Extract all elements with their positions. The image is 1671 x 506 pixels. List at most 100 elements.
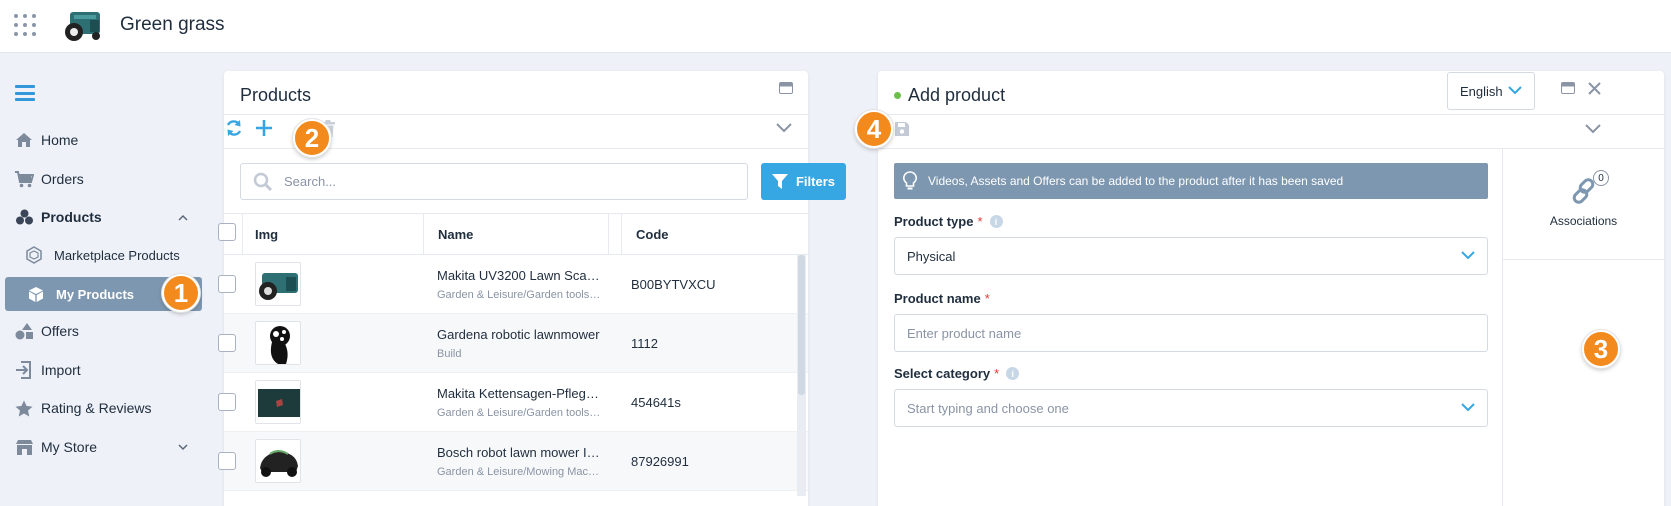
cube-icon bbox=[26, 285, 46, 303]
product-code: 87926991 bbox=[631, 454, 689, 469]
category-placeholder: Start typing and choose one bbox=[907, 400, 1069, 416]
language-select[interactable]: English bbox=[1447, 72, 1535, 110]
refresh-icon[interactable] bbox=[224, 118, 244, 138]
table-row[interactable]: Bosch robot lawn mower Indego Garden & L… bbox=[218, 432, 808, 491]
import-icon bbox=[14, 361, 34, 379]
table-row[interactable]: Makita UV3200 Lawn Scarifier Garden & Le… bbox=[218, 255, 808, 314]
status-dot bbox=[894, 92, 901, 99]
search-input[interactable]: Search... bbox=[240, 163, 748, 200]
step-marker-4: 4 bbox=[855, 110, 893, 148]
step-marker-2: 2 bbox=[293, 119, 331, 157]
language-value: English bbox=[1460, 83, 1503, 99]
info-text: Videos, Assets and Offers can be added t… bbox=[928, 174, 1344, 188]
divider bbox=[878, 114, 1664, 115]
category-select[interactable]: Start typing and choose one bbox=[894, 389, 1488, 427]
product-name-input[interactable]: Enter product name bbox=[894, 314, 1488, 352]
sidebar-item-label: Rating & Reviews bbox=[41, 400, 152, 416]
app-title: Green grass bbox=[120, 14, 225, 35]
minimize-icon[interactable] bbox=[1561, 82, 1575, 94]
column-header-code[interactable]: Code bbox=[636, 214, 669, 254]
filters-label: Filters bbox=[795, 174, 835, 189]
star-icon bbox=[14, 399, 34, 417]
product-category: Garden & Leisure/Garden tools & Equipmen… bbox=[437, 407, 602, 419]
sidebar-item-rating-reviews[interactable]: Rating & Reviews bbox=[14, 396, 152, 420]
help-icon[interactable]: i bbox=[1006, 367, 1020, 380]
marketplace-icon bbox=[24, 246, 44, 264]
sidebar-item-label: Orders bbox=[41, 171, 84, 187]
step-marker-3: 3 bbox=[1582, 330, 1620, 368]
associations-count-badge: 0 bbox=[1593, 170, 1609, 186]
store-icon bbox=[14, 438, 34, 456]
store-logo bbox=[65, 12, 100, 41]
row-checkbox[interactable] bbox=[218, 275, 236, 293]
chevron-down-icon bbox=[1461, 403, 1475, 412]
close-icon[interactable] bbox=[1588, 82, 1601, 95]
add-product-panel: Add product English Videos, Assets and O… bbox=[878, 71, 1664, 506]
column-header-name[interactable]: Name bbox=[438, 214, 473, 254]
filters-button[interactable]: Filters bbox=[761, 163, 846, 200]
column-header-img[interactable]: Img bbox=[255, 214, 278, 254]
product-thumbnail bbox=[255, 321, 301, 365]
chevron-up-icon[interactable] bbox=[177, 212, 189, 224]
sidebar-item-label: Offers bbox=[41, 323, 79, 339]
scrollbar-thumb[interactable] bbox=[798, 255, 805, 395]
associations-label: Associations bbox=[1549, 214, 1618, 228]
step-marker-1: 1 bbox=[162, 274, 200, 312]
row-checkbox[interactable] bbox=[218, 334, 236, 352]
product-name: Bosch robot lawn mower Indego bbox=[437, 445, 602, 460]
table-row[interactable]: Gardena robotic lawnmower Build 1112 bbox=[218, 314, 808, 373]
select-all-checkbox[interactable] bbox=[218, 223, 236, 241]
table-header: Img Name Code bbox=[218, 213, 808, 255]
cubes-icon bbox=[14, 208, 34, 226]
product-name: Makita UV3200 Lawn Scarifier bbox=[437, 268, 602, 283]
product-code: 454641s bbox=[631, 395, 681, 410]
apps-grid-icon[interactable] bbox=[14, 14, 36, 36]
info-banner: Videos, Assets and Offers can be added t… bbox=[894, 163, 1488, 199]
product-type-value: Physical bbox=[907, 248, 956, 264]
chevron-down-icon[interactable] bbox=[1585, 124, 1601, 134]
row-checkbox[interactable] bbox=[218, 452, 236, 470]
save-icon[interactable] bbox=[894, 121, 910, 137]
chevron-down-icon bbox=[1461, 251, 1475, 260]
sidebar-item-orders[interactable]: Orders bbox=[14, 167, 84, 191]
add-product-title: Add product bbox=[908, 85, 1006, 105]
product-name: Makita Kettensagen-Pflege-Set bbox=[437, 386, 602, 401]
add-icon[interactable] bbox=[255, 119, 273, 137]
sidebar-item-label: My Products bbox=[56, 286, 135, 302]
cart-icon bbox=[14, 170, 34, 188]
divider bbox=[224, 114, 808, 115]
row-checkbox[interactable] bbox=[218, 393, 236, 411]
sidebar-item-marketplace-products[interactable]: Marketplace Products bbox=[24, 243, 180, 267]
filter-icon bbox=[771, 174, 788, 189]
sidebar-item-my-store[interactable]: My Store bbox=[14, 435, 97, 459]
help-icon[interactable]: i bbox=[989, 215, 1003, 228]
product-type-label: Product type * i bbox=[894, 214, 1003, 229]
sidebar-item-label: Import bbox=[41, 362, 81, 378]
chevron-down-icon[interactable] bbox=[776, 123, 792, 133]
product-thumbnail bbox=[255, 380, 301, 424]
minimize-icon[interactable] bbox=[779, 82, 793, 94]
sidebar-item-label: Marketplace Products bbox=[54, 247, 180, 263]
top-bar: Green grass bbox=[0, 0, 1671, 53]
products-panel-title: Products bbox=[240, 85, 312, 105]
menu-toggle-icon[interactable] bbox=[15, 85, 35, 101]
product-name-placeholder: Enter product name bbox=[907, 325, 1022, 341]
sidebar-item-offers[interactable]: Offers bbox=[14, 319, 79, 343]
sidebar-item-label: My Store bbox=[41, 439, 98, 455]
sidebar-item-label: Home bbox=[41, 132, 79, 148]
product-code: B00BYTVXCU bbox=[631, 277, 716, 292]
chevron-down-icon[interactable] bbox=[177, 441, 189, 453]
home-icon bbox=[14, 131, 34, 149]
sidebar-item-home[interactable]: Home bbox=[14, 128, 78, 152]
sidebar-item-products[interactable]: Products bbox=[14, 205, 102, 229]
product-type-select[interactable]: Physical bbox=[894, 237, 1488, 275]
product-category: Garden & Leisure/Mowing Machines bbox=[437, 466, 602, 478]
associations-tab[interactable]: 0 Associations bbox=[1503, 148, 1664, 260]
chevron-down-icon bbox=[1508, 86, 1522, 95]
shapes-icon bbox=[14, 322, 34, 340]
table-row[interactable]: Makita Kettensagen-Pflege-Set Garden & L… bbox=[218, 373, 808, 432]
sidebar-item-import[interactable]: Import bbox=[14, 358, 81, 382]
product-name: Gardena robotic lawnmower bbox=[437, 327, 600, 342]
search-placeholder: Search... bbox=[284, 174, 337, 189]
product-code: 1112 bbox=[631, 336, 658, 351]
